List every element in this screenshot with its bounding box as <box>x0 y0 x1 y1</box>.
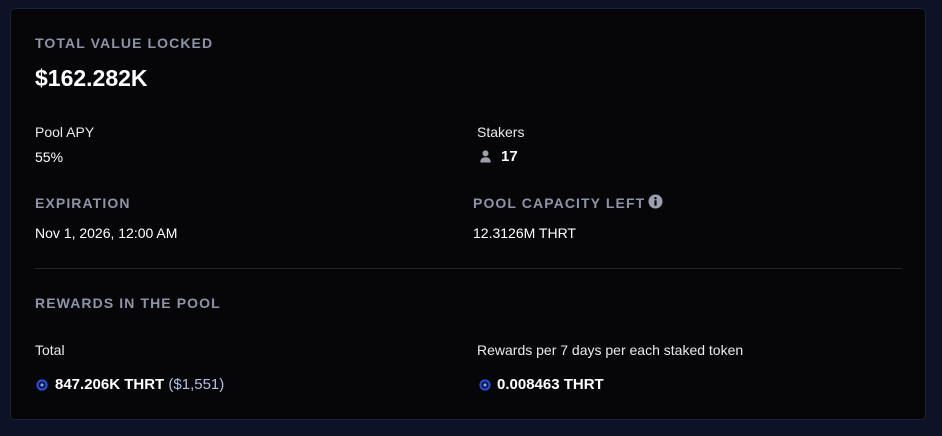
token-icon <box>36 379 48 391</box>
expiration-value: Nov 1, 2026, 12:00 AM <box>35 225 178 241</box>
pool-apy-value: 55% <box>35 149 64 165</box>
user-icon <box>480 150 491 163</box>
section-divider <box>35 268 902 269</box>
staking-pool-card: TOTAL VALUE LOCKED $162.282K Pool APY 55… <box>10 8 926 420</box>
stakers-value: 17 <box>501 148 518 165</box>
stakers-label: Stakers <box>477 124 525 140</box>
rewards-title: REWARDS IN THE POOL <box>35 295 221 311</box>
rewards-per-token-value: 0.008463 THRT <box>497 376 604 393</box>
pool-capacity-value: 12.3126M THRT <box>473 225 576 241</box>
info-icon[interactable] <box>648 194 663 209</box>
rewards-total-value: 847.206K THRT ($1,551) <box>55 376 224 393</box>
tvl-label: TOTAL VALUE LOCKED <box>35 35 214 51</box>
rewards-total-usd: ($1,551) <box>168 376 225 393</box>
rewards-total-amount: 847.206K THRT <box>55 376 165 393</box>
rewards-total-label: Total <box>35 342 65 358</box>
rewards-per-token-label: Rewards per 7 days per each staked token <box>477 342 744 358</box>
token-icon <box>479 379 491 391</box>
pool-apy-label: Pool APY <box>35 124 95 140</box>
expiration-label: EXPIRATION <box>35 195 131 211</box>
pool-capacity-label: POOL CAPACITY LEFT <box>473 195 646 211</box>
tvl-value: $162.282K <box>35 65 148 91</box>
